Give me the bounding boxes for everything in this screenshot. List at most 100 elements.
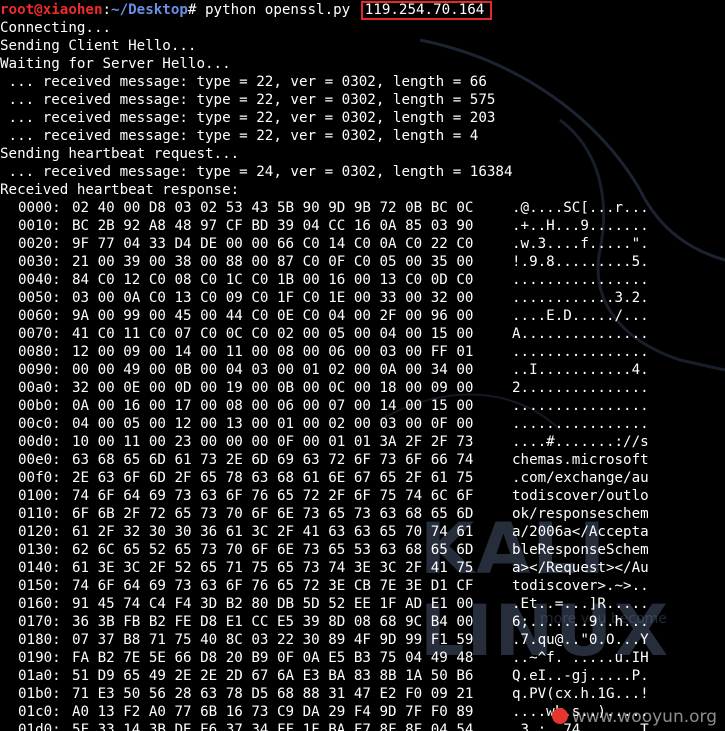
hex-dump-row: 0150: 74 6F 64 69 73 63 6F 76 65 72 3E CB… [0, 577, 725, 595]
hex-bytes: 12 00 09 00 14 00 11 00 08 00 06 00 03 0… [72, 344, 474, 360]
hex-bytes: 61 2F 32 30 30 36 61 3C 2F 41 63 63 65 7… [72, 524, 474, 540]
hex-offset: 00f0: [18, 470, 61, 486]
log-line: Connecting... [0, 20, 112, 36]
hex-dump-row: 0130: 62 6C 65 52 65 73 70 6F 6E 73 65 53… [0, 541, 725, 559]
hex-bytes: 02 40 00 D8 03 02 53 43 5B 90 9D 9B 72 0… [72, 200, 474, 216]
hex-bytes: 03 00 0A C0 13 C0 09 C0 1F C0 1E 00 33 0… [72, 290, 474, 306]
log-line: Sending Client Hello... [0, 38, 197, 54]
hex-ascii: .@....SC[...r... [512, 200, 649, 216]
hex-bytes: 5F 33 14 3B DE E6 37 34 FF 1F BA F7 8F 8… [72, 722, 474, 731]
hex-ascii: ................ [512, 416, 649, 432]
hex-offset: 0130: [18, 542, 61, 558]
ip-address-highlight: 119.254.70.164 [360, 1, 493, 20]
hex-ascii: A............... [512, 326, 649, 342]
hex-dump-row: 0010: BC 2B 92 A8 48 97 CF BD 39 04 CC 16… [0, 217, 725, 235]
hex-dump-row: 0000: 02 40 00 D8 03 02 53 43 5B 90 9D 9B… [0, 199, 725, 217]
hex-offset: 0140: [18, 560, 61, 576]
log-line: Sending heartbeat request... [0, 146, 240, 162]
hex-ascii: todiscover>.~>.. [512, 578, 649, 594]
hex-offset: 0000: [18, 200, 61, 216]
hex-offset: 0110: [18, 506, 61, 522]
hex-ascii: .w.3....f.....". [512, 236, 649, 252]
hex-ascii: .com/exchange/au [512, 470, 649, 486]
hex-offset: 0160: [18, 596, 61, 612]
hex-bytes: 32 00 0E 00 0D 00 19 00 0B 00 0C 00 18 0… [72, 380, 474, 396]
terminal-output[interactable]: root@xiaohen:~/Desktop# python openssl.p… [0, 1, 725, 731]
prompt-path: ~/Desktop [111, 2, 188, 18]
hex-bytes: 91 45 74 C4 F4 3D B2 80 DB 5D 52 EE 1F A… [72, 596, 474, 612]
hex-dump-row: 0140: 61 3E 3C 2F 52 65 71 75 65 73 74 3E… [0, 559, 725, 577]
hex-dump-row: 0090: 00 00 49 00 0B 00 04 03 00 01 02 00… [0, 361, 725, 379]
hex-dump-row: 00c0: 04 00 05 00 12 00 13 00 01 00 02 00… [0, 415, 725, 433]
hex-offset: 01c0: [18, 704, 61, 720]
hex-ascii: q.PV(cx.h.1G...! [512, 686, 649, 702]
hex-dump-row: 01a0: 51 D9 65 49 2E 2E 2D 67 6A E3 BA 83… [0, 667, 725, 685]
hex-ascii: ..~^f. .....u.IH [512, 650, 649, 666]
hex-offset: 01b0: [18, 686, 61, 702]
hex-bytes: 74 6F 64 69 73 63 6F 76 65 72 3E CB 7E 3… [72, 578, 474, 594]
wooyun-watermark: www.wooyun.org [551, 707, 717, 727]
hex-dump-row: 00a0: 32 00 0E 00 0D 00 19 00 0B 00 0C 00… [0, 379, 725, 397]
hex-offset: 00d0: [18, 434, 61, 450]
hex-dump-row: 0050: 03 00 0A C0 13 C0 09 C0 1F C0 1E 00… [0, 289, 725, 307]
hex-bytes: BC 2B 92 A8 48 97 CF BD 39 04 CC 16 0A 8… [72, 218, 474, 234]
hex-dump-row: 0190: FA B2 7E 5E 66 D8 20 B9 0F 0A E5 B3… [0, 649, 725, 667]
hex-dump-row: 00d0: 10 00 11 00 23 00 00 00 0F 00 01 01… [0, 433, 725, 451]
hex-bytes: 21 00 39 00 38 00 88 00 87 C0 0F C0 05 0… [72, 254, 474, 270]
hex-bytes: 63 68 65 6D 61 73 2E 6D 69 63 72 6F 73 6… [72, 452, 474, 468]
hex-ascii: .+..H...9....... [512, 218, 649, 234]
hex-bytes: A0 13 F2 A0 77 6B 16 73 C9 DA 29 F4 9D 7… [72, 704, 474, 720]
hex-offset: 0120: [18, 524, 61, 540]
hex-bytes: 74 6F 64 69 73 63 6F 76 65 72 2F 6F 75 7… [72, 488, 474, 504]
hex-offset: 0080: [18, 344, 61, 360]
hex-bytes: 61 3E 3C 2F 52 65 71 75 65 73 74 3E 3C 2… [72, 560, 474, 576]
hex-offset: 00e0: [18, 452, 61, 468]
hex-ascii: 6;.......9..h... [512, 614, 649, 630]
prompt-user-host: root@xiaohen [0, 2, 103, 18]
hex-ascii: ....#.......://s [512, 434, 649, 450]
hex-ascii: !.9.8.........5. [512, 254, 649, 270]
hex-dump-row: 01b0: 71 E3 50 56 28 63 78 D5 68 88 31 47… [0, 685, 725, 703]
hex-offset: 00a0: [18, 380, 61, 396]
hex-offset: 0090: [18, 362, 61, 378]
hex-bytes: 00 00 49 00 0B 00 04 03 00 01 02 00 0A 0… [72, 362, 474, 378]
hex-bytes: 6F 6B 2F 72 65 73 70 6F 6E 73 65 73 63 6… [72, 506, 474, 522]
hex-bytes: 51 D9 65 49 2E 2E 2D 67 6A E3 BA 83 8B 1… [72, 668, 474, 684]
hex-offset: 00b0: [18, 398, 61, 414]
hex-bytes: 10 00 11 00 23 00 00 00 0F 00 01 01 3A 2… [72, 434, 474, 450]
hex-dump-row: 0070: 41 C0 11 C0 07 C0 0C C0 02 00 05 00… [0, 325, 725, 343]
hex-dump-row: 0080: 12 00 09 00 14 00 11 00 08 00 06 00… [0, 343, 725, 361]
log-line: ... received message: type = 22, ver = 0… [0, 128, 479, 144]
hex-bytes: 84 C0 12 C0 08 C0 1C C0 1B 00 16 00 13 C… [72, 272, 474, 288]
hex-dump-row: 0180: 07 37 B8 71 75 40 8C 03 22 30 89 4F… [0, 631, 725, 649]
command-text: python openssl.py [196, 2, 359, 18]
hex-offset: 0100: [18, 488, 61, 504]
hex-offset: 0030: [18, 254, 61, 270]
hex-ascii: a/2006a</Accepta [512, 524, 649, 540]
hex-offset: 0070: [18, 326, 61, 342]
hex-ascii: .7.qu@.."0.O...Y [512, 632, 649, 648]
hex-offset: 01d0: [18, 722, 61, 731]
hex-bytes: 9F 77 04 33 D4 DE 00 00 66 C0 14 C0 0A C… [72, 236, 474, 252]
log-line: ... received message: type = 22, ver = 0… [0, 74, 487, 90]
hex-dump-row: 0160: 91 45 74 C4 F4 3D B2 80 DB 5D 52 EE… [0, 595, 725, 613]
wooyun-logo-icon [551, 708, 568, 724]
hex-offset: 0180: [18, 632, 61, 648]
hex-offset: 0190: [18, 650, 61, 666]
hex-bytes: 41 C0 11 C0 07 C0 0C C0 02 00 05 00 04 0… [72, 326, 474, 342]
hex-ascii: ................ [512, 272, 649, 288]
hex-ascii: ............3.2. [512, 290, 649, 306]
prompt-separator: : [102, 2, 112, 18]
hex-ascii: ..I...........4. [512, 362, 649, 378]
hex-offset: 0010: [18, 218, 61, 234]
hex-offset: 0050: [18, 290, 61, 306]
hex-dump-row: 0020: 9F 77 04 33 D4 DE 00 00 66 C0 14 C0… [0, 235, 725, 253]
log-line: ... received message: type = 22, ver = 0… [0, 92, 496, 108]
hex-dump-row: 00f0: 2E 63 6F 6D 2F 65 78 63 68 61 6E 67… [0, 469, 725, 487]
hex-bytes: 04 00 05 00 12 00 13 00 01 00 02 00 03 0… [72, 416, 474, 432]
hex-bytes: 62 6C 65 52 65 73 70 6F 6E 73 65 53 63 6… [72, 542, 474, 558]
hex-dump-row: 00b0: 0A 00 16 00 17 00 08 00 06 00 07 00… [0, 397, 725, 415]
hex-dump: 0000: 02 40 00 D8 03 02 53 43 5B 90 9D 9B… [0, 199, 725, 731]
hex-bytes: FA B2 7E 5E 66 D8 20 B9 0F 0A E5 B3 75 0… [72, 650, 474, 666]
hex-offset: 00c0: [18, 416, 61, 432]
